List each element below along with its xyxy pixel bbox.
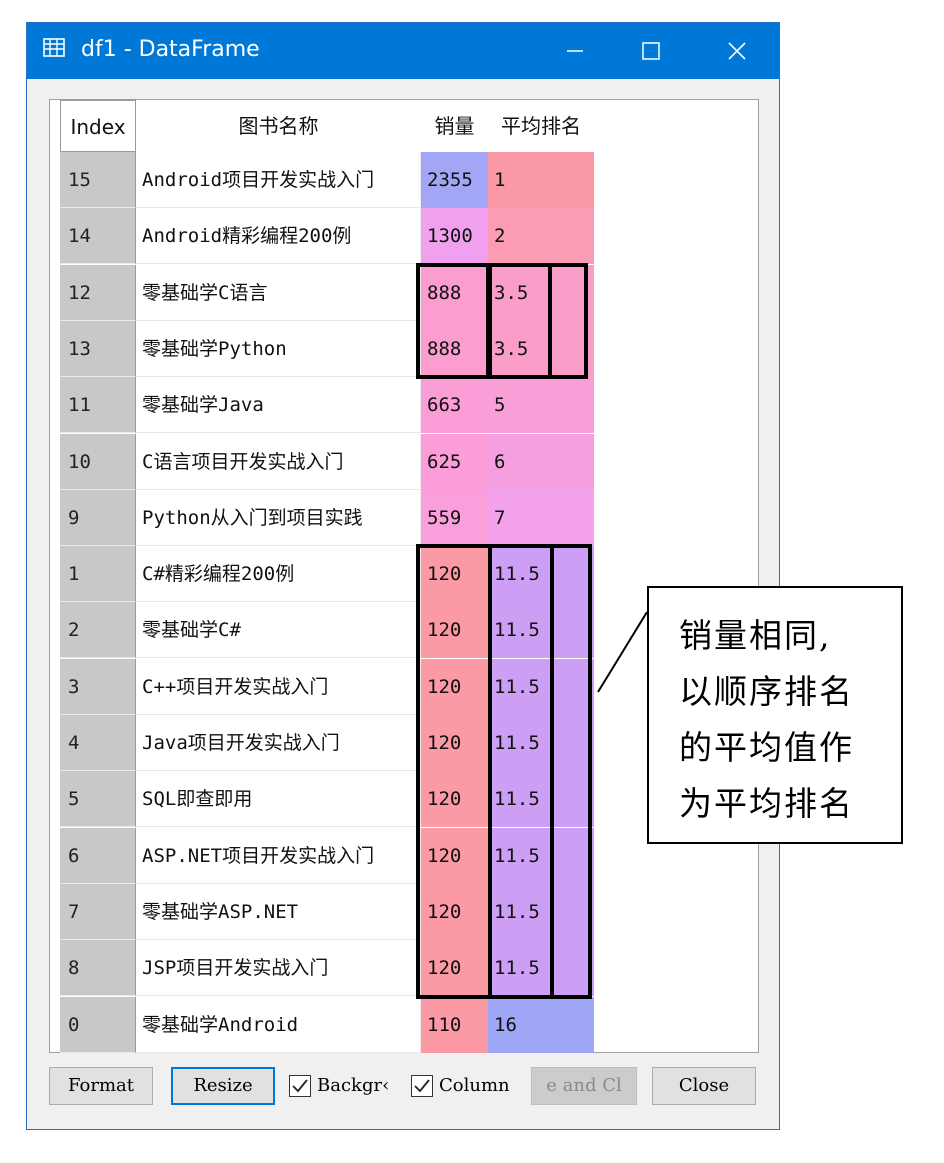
book-name-cell[interactable]: Java项目开发实战入门 — [136, 715, 421, 771]
column-checkbox-label[interactable]: Column — [439, 1069, 531, 1103]
average-rank-cell[interactable]: 16 — [488, 997, 594, 1053]
minimize-button[interactable] — [537, 23, 613, 79]
table-icon — [43, 38, 65, 57]
close-button[interactable]: Close — [652, 1067, 756, 1105]
header-sales[interactable]: 销量 — [421, 100, 488, 152]
book-name-cell[interactable]: Android项目开发实战入门 — [136, 152, 421, 208]
book-name-cell[interactable]: 零基础学C# — [136, 602, 421, 658]
checkmark-icon — [292, 1079, 308, 1093]
row-index-cell[interactable]: 13 — [60, 321, 136, 377]
row-index-cell[interactable]: 2 — [60, 602, 136, 658]
checkmark-icon — [414, 1079, 430, 1093]
header-index[interactable]: Index — [60, 100, 136, 152]
average-rank-cell[interactable]: 2 — [488, 208, 594, 264]
row-index-cell[interactable]: 3 — [60, 659, 136, 715]
row-index-cell[interactable]: 15 — [60, 152, 136, 208]
average-rank-cell[interactable]: 6 — [488, 434, 594, 490]
annotation-line: 以顺序排名 — [679, 672, 854, 711]
save-and-close-button[interactable]: e and Cl — [531, 1067, 637, 1105]
book-name-cell[interactable]: JSP项目开发实战入门 — [136, 940, 421, 996]
row-index-cell[interactable]: 14 — [60, 208, 136, 264]
book-name-cell[interactable]: 零基础学C语言 — [136, 265, 421, 321]
row-index-cell[interactable]: 10 — [60, 434, 136, 490]
annotation-callout: 销量相同, 以顺序排名 的平均值作 为平均排名 — [647, 586, 903, 844]
highlight-box-sales — [416, 263, 492, 379]
book-name-cell[interactable]: Python从入门到项目实践 — [136, 490, 421, 546]
highlight-box-sales — [416, 544, 492, 999]
table-panel: Index 图书名称 销量 平均排名 15 Android项目开发实战入门 2355… — [49, 99, 759, 1053]
book-name-cell[interactable]: 零基础学ASP.NET — [136, 884, 421, 940]
book-name-cell[interactable]: C#精彩编程200例 — [136, 546, 421, 602]
book-name-cell[interactable]: SQL即查即用 — [136, 771, 421, 827]
window-title: df1 - DataFrame — [81, 37, 260, 62]
close-window-button[interactable] — [699, 23, 775, 79]
annotation-line: 销量相同, — [679, 616, 832, 655]
book-name-cell[interactable]: 零基础学Python — [136, 321, 421, 377]
background-checkbox-label[interactable]: Backgr‹ — [317, 1069, 409, 1103]
maximize-button[interactable] — [613, 23, 689, 79]
maximize-icon — [642, 42, 660, 60]
sales-cell[interactable]: 625 — [421, 434, 488, 490]
highlight-box-rank — [488, 544, 554, 999]
book-name-cell[interactable]: 零基础学Java — [136, 377, 421, 433]
row-index-cell[interactable]: 9 — [60, 490, 136, 546]
sales-cell[interactable]: 110 — [421, 997, 488, 1053]
book-name-cell[interactable]: C语言项目开发实战入门 — [136, 434, 421, 490]
average-rank-cell[interactable]: 7 — [488, 490, 594, 546]
background-checkbox[interactable] — [289, 1075, 311, 1097]
book-name-cell[interactable]: C++项目开发实战入门 — [136, 659, 421, 715]
title-bar[interactable]: df1 - DataFrame — [27, 23, 779, 79]
highlight-box-rank-tail — [548, 263, 588, 379]
row-index-cell[interactable]: 1 — [60, 546, 136, 602]
sales-cell[interactable]: 1300 — [421, 208, 488, 264]
row-index-cell[interactable]: 5 — [60, 771, 136, 827]
format-button[interactable]: Format — [49, 1067, 153, 1105]
annotation-line: 为平均排名 — [679, 784, 854, 823]
sales-cell[interactable]: 559 — [421, 490, 488, 546]
row-index-cell[interactable]: 6 — [60, 828, 136, 884]
row-index-cell[interactable]: 0 — [60, 997, 136, 1053]
sales-cell[interactable]: 2355 — [421, 152, 488, 208]
row-index-cell[interactable]: 12 — [60, 265, 136, 321]
book-name-cell[interactable]: 零基础学Android — [136, 997, 421, 1053]
highlight-box-rank — [486, 263, 552, 379]
minimize-icon — [567, 50, 583, 52]
resize-button[interactable]: Resize — [171, 1067, 275, 1105]
row-index-cell[interactable]: 11 — [60, 377, 136, 433]
column-checkbox[interactable] — [411, 1075, 433, 1097]
row-index-cell[interactable]: 8 — [60, 940, 136, 996]
average-rank-cell[interactable]: 1 — [488, 152, 594, 208]
average-rank-cell[interactable]: 5 — [488, 377, 594, 433]
header-average-rank[interactable]: 平均排名 — [488, 100, 594, 152]
book-name-cell[interactable]: Android精彩编程200例 — [136, 208, 421, 264]
row-index-cell[interactable]: 7 — [60, 884, 136, 940]
highlight-box-rank-tail — [550, 544, 592, 999]
annotation-line: 的平均值作 — [679, 728, 854, 767]
book-name-cell[interactable]: ASP.NET项目开发实战入门 — [136, 828, 421, 884]
row-index-cell[interactable]: 4 — [60, 715, 136, 771]
button-bar: Format Resize Backgr‹ Column e and Cl Cl… — [27, 1063, 779, 1113]
dataframe-window: df1 - DataFrame Index 图书名称 销量 平均排名 15 And… — [26, 22, 780, 1130]
close-icon — [728, 42, 746, 60]
header-book-name[interactable]: 图书名称 — [136, 100, 421, 152]
sales-cell[interactable]: 663 — [421, 377, 488, 433]
